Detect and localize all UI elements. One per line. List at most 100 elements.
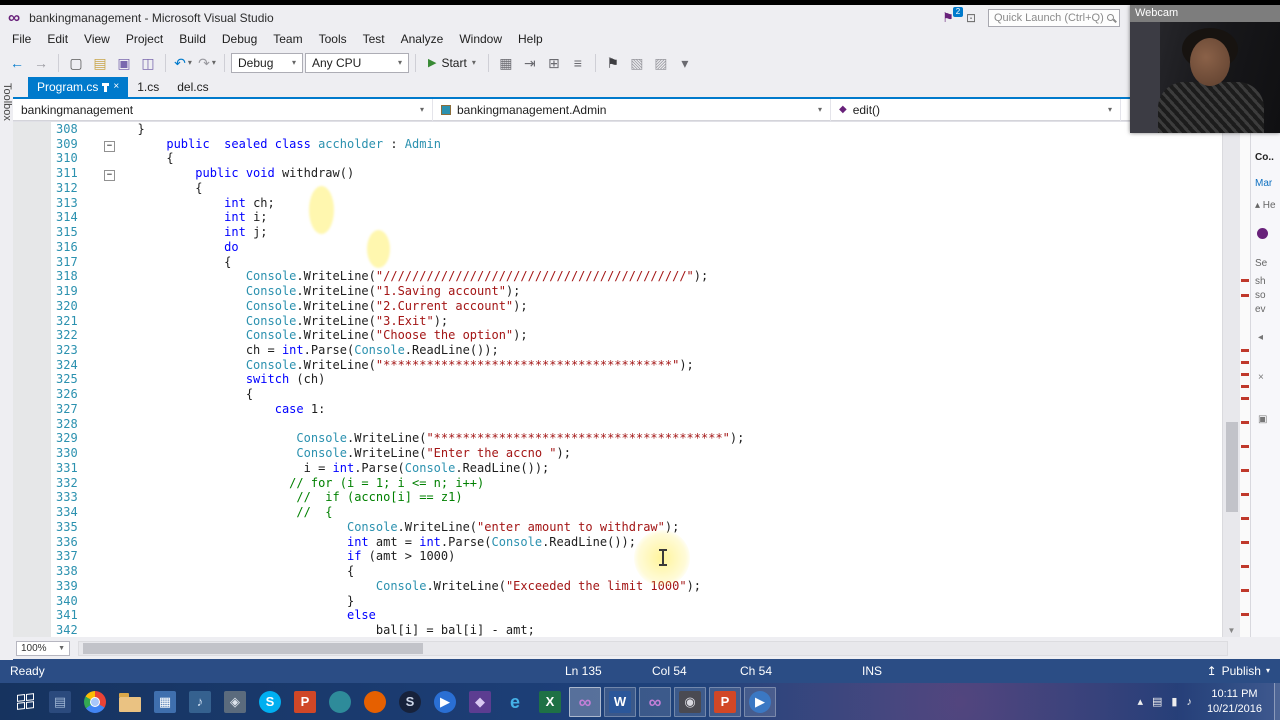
solution-configurations-dropdown[interactable]: Debug ▾ bbox=[231, 52, 303, 73]
pin-icon[interactable] bbox=[102, 82, 110, 92]
code-line[interactable]: 329 Console.WriteLine("*****************… bbox=[51, 431, 1222, 446]
start-button[interactable] bbox=[6, 683, 44, 720]
code-line[interactable]: 328 bbox=[51, 417, 1222, 432]
collapsed-right-panel[interactable]: Co.. Mar ▴ He Se sh so ev ◂ × ▣ bbox=[1250, 122, 1280, 637]
menu-analyze[interactable]: Analyze bbox=[393, 30, 452, 48]
taskbar-firefox[interactable] bbox=[359, 687, 391, 717]
open-file-button[interactable]: ▤ bbox=[89, 52, 111, 74]
panel-purple-icon[interactable] bbox=[1257, 228, 1268, 239]
code-line[interactable]: 335 Console.WriteLine("enter amount to w… bbox=[51, 520, 1222, 535]
menu-help[interactable]: Help bbox=[510, 30, 551, 48]
menu-tools[interactable]: Tools bbox=[311, 30, 355, 48]
taskbar-video-app[interactable]: ▶ bbox=[744, 686, 776, 717]
project-dropdown[interactable]: bankingmanagement ▾ bbox=[13, 98, 433, 121]
fold-collapse-icon[interactable]: − bbox=[104, 140, 115, 152]
taskbar-settings-app[interactable]: ◈ bbox=[219, 687, 251, 717]
more-options-button[interactable]: ▾ bbox=[674, 52, 696, 74]
step-into-button[interactable]: ⇥ bbox=[519, 52, 541, 74]
panel-close-icon[interactable]: × bbox=[1258, 372, 1264, 383]
member-dropdown[interactable]: ◆ edit() ▾ bbox=[831, 98, 1121, 121]
taskbar-steam[interactable]: S bbox=[394, 687, 426, 717]
vertical-scrollbar-thumb[interactable] bbox=[1226, 422, 1238, 512]
code-line[interactable]: 313 int ch; bbox=[51, 196, 1222, 211]
taskbar-internet-explorer[interactable]: e bbox=[499, 687, 531, 717]
code-line[interactable]: 331 i = int.Parse(Console.ReadLine()); bbox=[51, 461, 1222, 476]
code-line[interactable]: 334 // { bbox=[51, 505, 1222, 520]
panel-copy-icon[interactable]: ▣ bbox=[1258, 414, 1267, 425]
code-line[interactable]: 322 Console.WriteLine("Choose the option… bbox=[51, 328, 1222, 343]
code-line[interactable]: 320 Console.WriteLine("2.Current account… bbox=[51, 299, 1222, 314]
chevron-down-icon[interactable]: ▾ bbox=[188, 58, 192, 67]
new-file-button[interactable]: ▢ bbox=[65, 52, 87, 74]
code-line[interactable]: 319 Console.WriteLine("1.Saving account"… bbox=[51, 284, 1222, 299]
show-desktop-button[interactable] bbox=[1274, 683, 1280, 720]
code-line[interactable]: 315 int j; bbox=[51, 225, 1222, 240]
save-button[interactable]: ▣ bbox=[113, 52, 135, 74]
code-line[interactable]: 325 switch (ch) bbox=[51, 372, 1222, 387]
panel-collapse-icon[interactable]: ◂ bbox=[1258, 332, 1263, 343]
code-line[interactable]: 308 } bbox=[51, 122, 1222, 137]
breakpoints-window-button[interactable]: ⊞ bbox=[543, 52, 565, 74]
type-dropdown[interactable]: bankingmanagement.Admin ▾ bbox=[433, 98, 831, 121]
tab-del-cs[interactable]: del.cs bbox=[168, 77, 217, 97]
code-line[interactable]: 321 Console.WriteLine("3.Exit"); bbox=[51, 314, 1222, 329]
attach-process-button[interactable]: ▦ bbox=[495, 52, 517, 74]
show-hidden-icons[interactable]: ▴ bbox=[1137, 695, 1143, 708]
network-icon[interactable]: ▤ bbox=[1152, 695, 1162, 708]
tab-program-cs[interactable]: Program.cs × bbox=[28, 77, 129, 97]
battery-icon[interactable]: ▮ bbox=[1171, 695, 1177, 708]
code-line[interactable]: 318 Console.WriteLine("/////////////////… bbox=[51, 269, 1222, 284]
code-line[interactable]: 332 // for (i = 1; i <= n; i++) bbox=[51, 476, 1222, 491]
navigate-forward-button[interactable]: → bbox=[30, 52, 52, 74]
outline-mode-button[interactable]: ≡ bbox=[567, 52, 589, 74]
code-line[interactable]: 341 else bbox=[51, 608, 1222, 623]
code-line[interactable]: 317 { bbox=[51, 255, 1222, 270]
uncomment-button[interactable]: ▨ bbox=[650, 52, 672, 74]
save-all-button[interactable]: ◫ bbox=[137, 52, 159, 74]
taskbar-app-teal[interactable] bbox=[324, 687, 356, 717]
fold-collapse-icon[interactable]: − bbox=[104, 170, 115, 182]
vertical-scrollbar[interactable]: ▲ ▼ bbox=[1222, 122, 1240, 637]
redo-button[interactable]: ↷ ▾ bbox=[196, 52, 218, 74]
taskbar-file-explorer[interactable] bbox=[114, 687, 146, 717]
menu-file[interactable]: File bbox=[4, 30, 39, 48]
taskbar-word[interactable]: W bbox=[604, 686, 636, 717]
taskbar-excel[interactable]: X bbox=[534, 687, 566, 717]
code-line[interactable]: 324 Console.WriteLine("*****************… bbox=[51, 358, 1222, 373]
toolbox-tab[interactable]: Toolbox bbox=[0, 77, 13, 660]
close-icon[interactable]: × bbox=[113, 82, 119, 92]
scroll-down-icon[interactable]: ▼ bbox=[1223, 626, 1240, 635]
chevron-down-icon[interactable]: ▾ bbox=[212, 58, 216, 67]
menu-team[interactable]: Team bbox=[265, 30, 310, 48]
code-line[interactable]: 333 // if (accno[i] == z1) bbox=[51, 490, 1222, 505]
volume-icon[interactable]: ♪ bbox=[1186, 696, 1192, 708]
feedback-icon[interactable]: ⊡ bbox=[966, 11, 976, 25]
code-editor[interactable]: 308 } 309− public sealed class accholder … bbox=[13, 122, 1222, 637]
navigate-back-button[interactable]: ← bbox=[6, 52, 28, 74]
code-line[interactable]: 311 − public void withdraw() bbox=[51, 166, 1222, 182]
code-line[interactable]: 327 case 1: bbox=[51, 402, 1222, 417]
taskbar-skype[interactable]: S bbox=[254, 687, 286, 717]
horizontal-scrollbar-thumb[interactable] bbox=[83, 642, 423, 654]
taskbar-app-purple[interactable]: ◆ bbox=[464, 687, 496, 717]
code-line[interactable]: 342 bal[i] = bal[i] - amt; bbox=[51, 623, 1222, 637]
code-line[interactable]: 312 { bbox=[51, 181, 1222, 196]
menu-project[interactable]: Project bbox=[118, 30, 171, 48]
taskbar-presentation-app[interactable]: P bbox=[289, 687, 321, 717]
code-line[interactable]: 316 do bbox=[51, 240, 1222, 255]
code-line[interactable]: 330 Console.WriteLine("Enter the accno "… bbox=[51, 446, 1222, 461]
code-line[interactable]: 339 Console.WriteLine("Exceeded the limi… bbox=[51, 579, 1222, 594]
taskbar-app-tile-blue[interactable]: ▤ bbox=[44, 687, 76, 717]
code-line[interactable]: 340 } bbox=[51, 594, 1222, 609]
tab-1-cs[interactable]: 1.cs bbox=[128, 77, 168, 97]
taskbar-calculator[interactable]: ▦ bbox=[149, 687, 181, 717]
taskbar-camera-app[interactable]: ◉ bbox=[674, 686, 706, 717]
publish-button[interactable]: ↥ Publish ▾ bbox=[1207, 659, 1270, 683]
menu-view[interactable]: View bbox=[76, 30, 118, 48]
zoom-dropdown[interactable]: 100% ▼ bbox=[16, 640, 70, 656]
taskbar-visual-studio-2[interactable]: ∞ bbox=[639, 686, 671, 717]
solution-platforms-dropdown[interactable]: Any CPU ▾ bbox=[305, 52, 409, 73]
menu-test[interactable]: Test bbox=[355, 30, 393, 48]
code-line[interactable]: 323 ch = int.Parse(Console.ReadLine()); bbox=[51, 343, 1222, 358]
code-line[interactable]: 326 { bbox=[51, 387, 1222, 402]
